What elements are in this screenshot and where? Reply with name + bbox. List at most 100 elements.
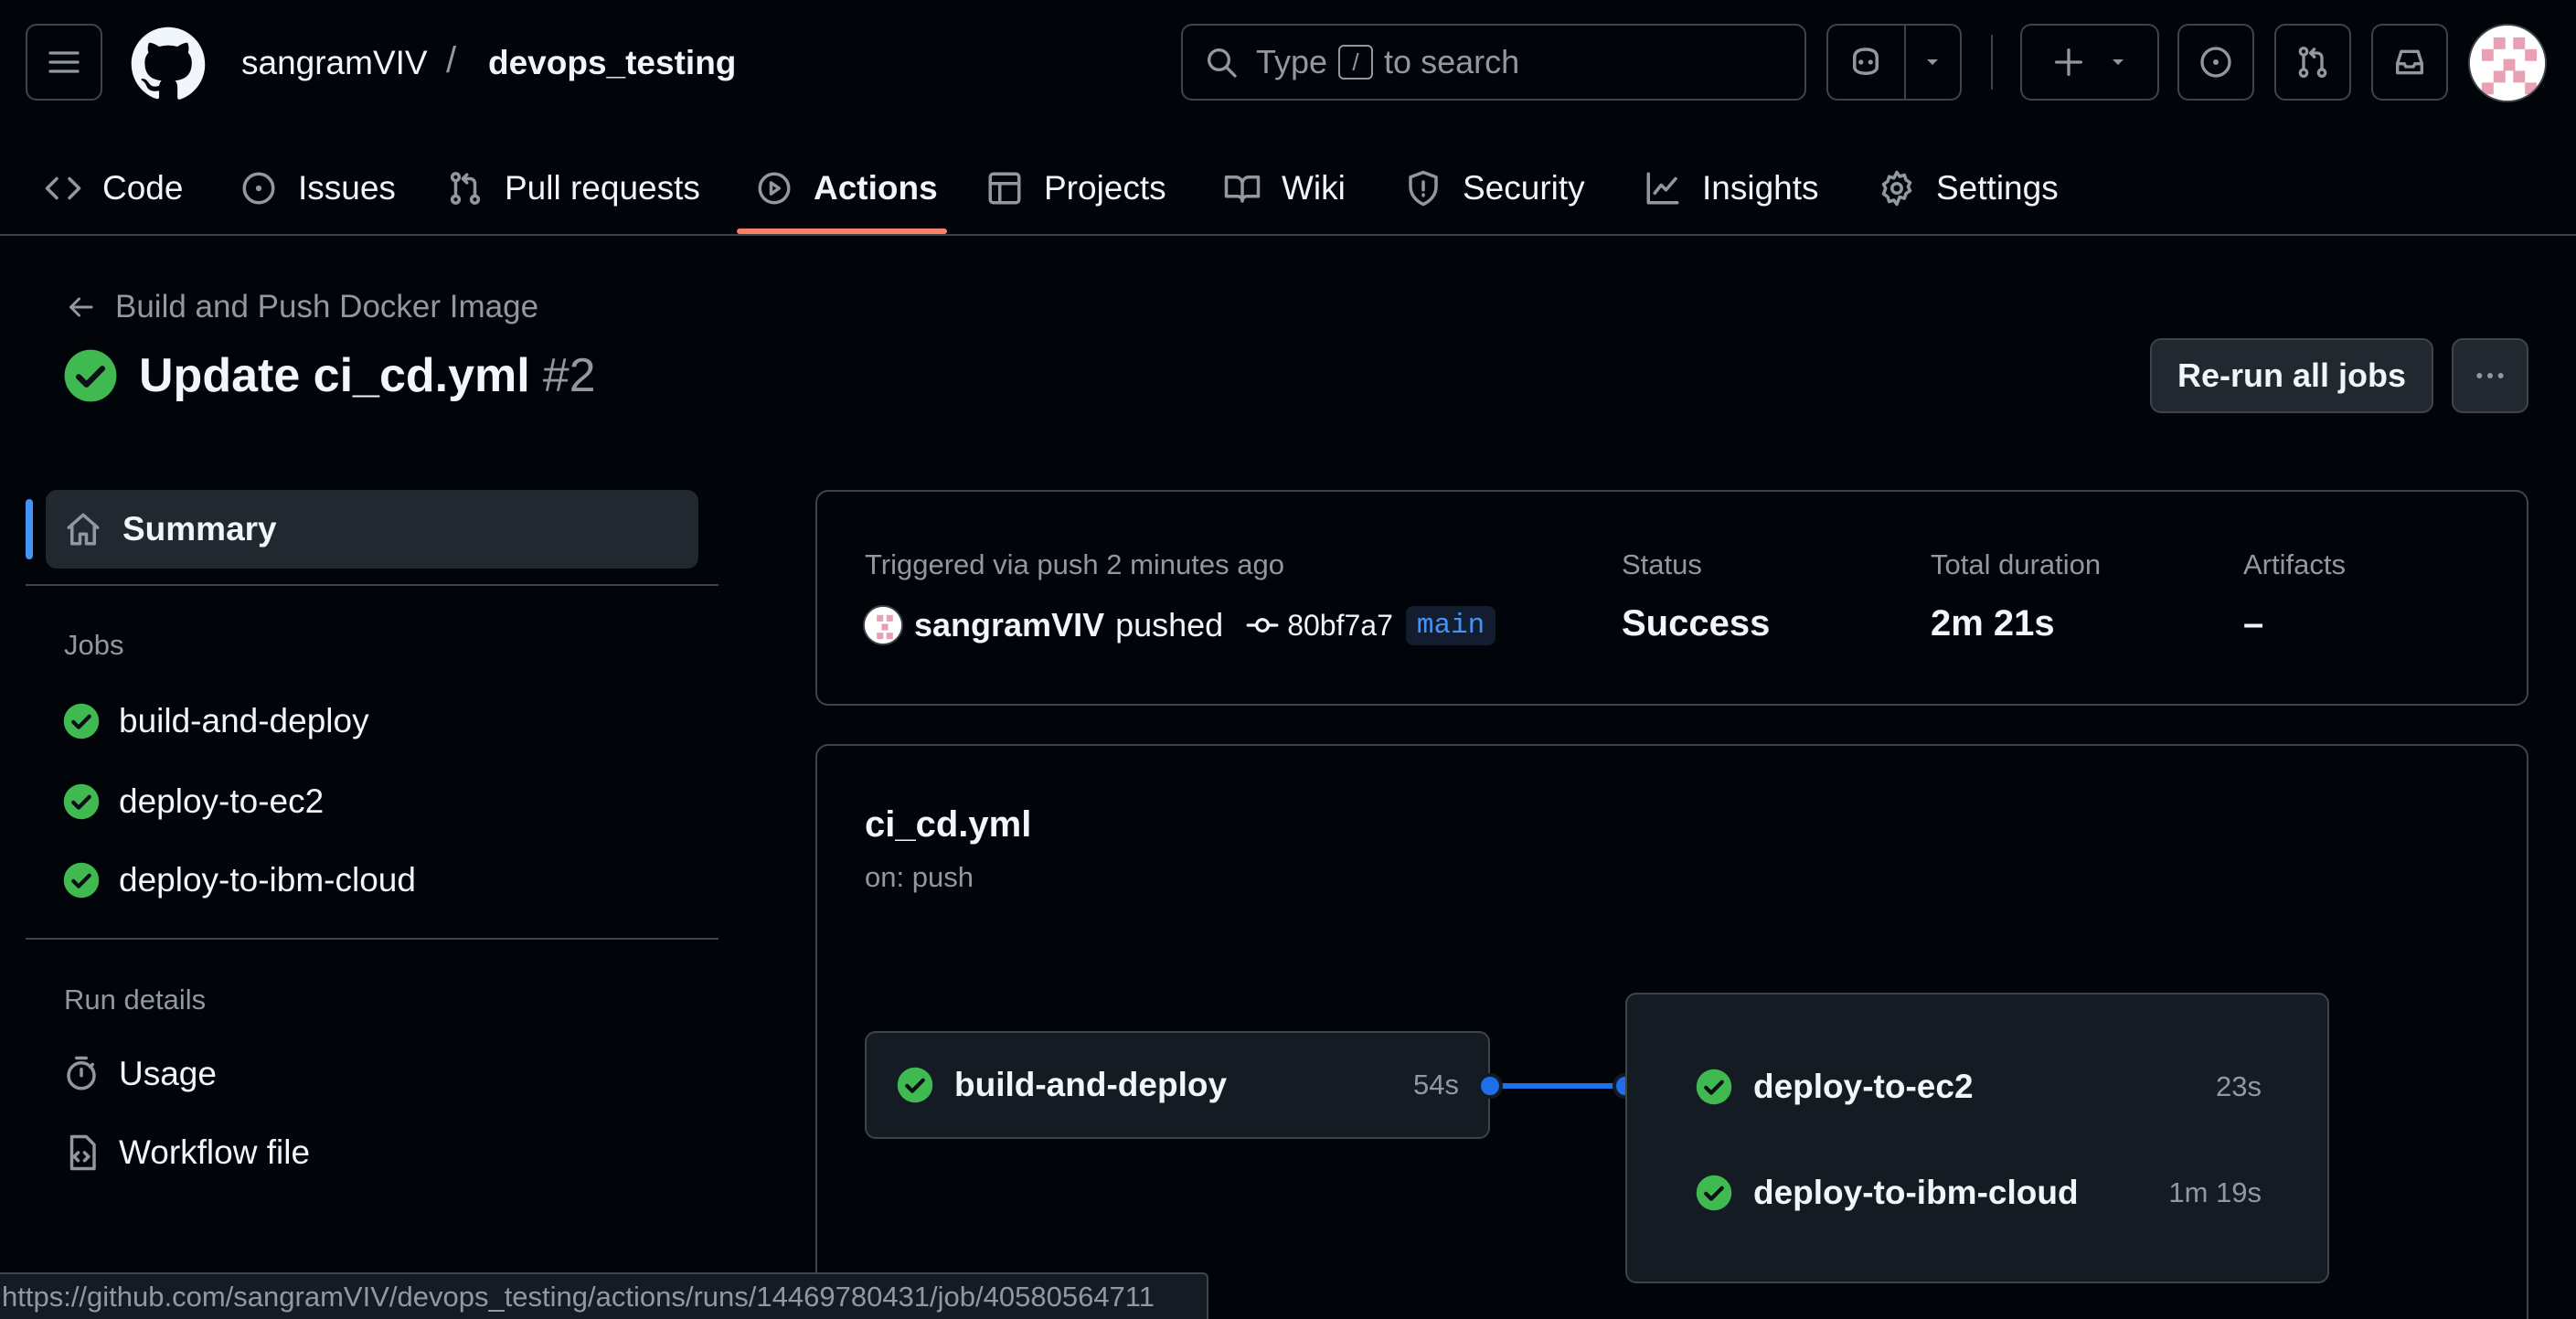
tab-insights[interactable]: Insights <box>1644 143 1819 234</box>
global-header: sangramVIV / devops_testing Type / to se… <box>0 0 2576 236</box>
tab-settings[interactable]: Settings <box>1878 143 2059 234</box>
menu-button[interactable] <box>26 24 102 101</box>
check-circle-fill-icon <box>63 703 100 739</box>
sidebar-job-deploy-to-ibm-cloud[interactable]: deploy-to-ibm-cloud <box>62 861 416 899</box>
sidebar-job-build-and-deploy[interactable]: build-and-deploy <box>62 702 369 740</box>
graph-job-build-and-deploy[interactable]: build-and-deploy 54s <box>865 1031 1490 1139</box>
active-tab-indicator <box>737 229 947 234</box>
check-circle-fill-icon <box>63 783 100 820</box>
tab-security-label: Security <box>1463 169 1585 207</box>
git-pull-request-icon <box>2298 46 2327 78</box>
job-dependency-connector <box>1477 1073 1638 1099</box>
inbox-button[interactable] <box>2371 24 2448 101</box>
run-details-heading: Run details <box>64 984 207 1016</box>
status-value: Success <box>1622 603 1771 644</box>
workflow-file-name: ci_cd.yml <box>865 804 1032 845</box>
duration-value: 2m 21s <box>1931 603 2055 644</box>
run-summary-card <box>815 490 2528 706</box>
search-placeholder: Type / to search <box>1256 43 1519 81</box>
search-shortcut-key: / <box>1338 45 1374 80</box>
tab-code[interactable]: Code <box>44 143 183 234</box>
workflow-name: Build and Push Docker Image <box>115 289 539 324</box>
search-placeholder-prefix: Type <box>1256 43 1328 80</box>
artifacts-value: – <box>2243 603 2264 644</box>
sidebar-job-deploy-to-ec2[interactable]: deploy-to-ec2 <box>62 782 324 821</box>
tab-actions[interactable]: Actions <box>755 143 938 234</box>
tab-pull-requests-label: Pull requests <box>505 169 700 207</box>
duration-label: Total duration <box>1931 548 2102 580</box>
sidebar-workflow-file-label: Workflow file <box>119 1133 311 1171</box>
sidebar-job-label: deploy-to-ibm-cloud <box>119 861 416 899</box>
graph-icon <box>1646 172 1679 205</box>
artifacts-label: Artifacts <box>2243 548 2346 580</box>
graph-job-deploy-to-ibm-cloud[interactable]: deploy-to-ibm-cloud 1m 19s <box>1695 1174 2262 1212</box>
tab-wiki[interactable]: Wiki <box>1223 143 1346 234</box>
git-commit-icon <box>1246 618 1279 633</box>
check-circle-fill-icon <box>1696 1069 1732 1105</box>
workflow-trigger: on: push <box>865 861 974 893</box>
trigger-details: sangramVIV pushed 80bf7a7 main <box>863 605 1496 645</box>
issue-icon <box>242 172 275 205</box>
jobs-heading: Jobs <box>64 629 124 661</box>
graph-job-duration: 54s <box>1413 1069 1459 1101</box>
tab-code-label: Code <box>102 169 184 207</box>
tab-security[interactable]: Security <box>1404 143 1585 234</box>
graph-job-deploy-to-ec2[interactable]: deploy-to-ec2 23s <box>1695 1068 2262 1106</box>
tab-issues-label: Issues <box>298 169 396 207</box>
graph-job-duration: 1m 19s <box>2168 1176 2262 1208</box>
pull-request-icon <box>450 172 481 205</box>
issues-button[interactable] <box>2177 24 2254 101</box>
sidebar-item-workflow-file[interactable]: Workflow file <box>62 1133 310 1172</box>
sidebar-item-usage[interactable]: Usage <box>62 1055 217 1093</box>
tab-projects[interactable]: Projects <box>985 143 1166 234</box>
repo-name-link[interactable]: devops_testing <box>488 44 736 82</box>
home-icon <box>67 513 100 546</box>
copilot-button-group[interactable] <box>1826 24 1962 101</box>
file-code-icon <box>69 1134 96 1171</box>
tab-actions-label: Actions <box>814 169 938 207</box>
triangle-down-icon <box>1927 59 1939 65</box>
sidebar-item-summary[interactable]: Summary <box>46 490 698 569</box>
check-circle-fill-icon <box>64 349 117 402</box>
copilot-dropdown-button[interactable] <box>1906 26 1960 99</box>
create-new-button[interactable] <box>2020 24 2159 101</box>
graph-job-name: deploy-to-ibm-cloud <box>1753 1174 2079 1211</box>
check-circle-fill-icon <box>63 862 100 899</box>
trigger-text: Triggered via push 2 minutes ago <box>865 548 1284 580</box>
commit-sha-link[interactable]: 80bf7a7 <box>1287 609 1393 643</box>
branch-label[interactable]: main <box>1405 605 1496 645</box>
triangle-down-icon <box>2113 59 2124 65</box>
graph-job-group: deploy-to-ec2 23s deploy-to-ibm-cloud 1m… <box>1625 993 2329 1283</box>
user-avatar[interactable] <box>2468 24 2547 102</box>
trigger-action: pushed <box>1115 606 1224 644</box>
more-options-button[interactable] <box>2452 338 2528 413</box>
tab-pull-requests[interactable]: Pull requests <box>446 143 700 234</box>
tab-issues[interactable]: Issues <box>240 143 396 234</box>
table-icon <box>988 172 1021 205</box>
back-to-workflow-link[interactable]: Build and Push Docker Image <box>64 289 538 325</box>
graph-job-duration: 23s <box>2216 1070 2262 1102</box>
run-title: Update ci_cd.yml #2 <box>62 347 596 404</box>
status-label: Status <box>1622 548 1702 580</box>
gear-icon <box>1881 170 1912 207</box>
repo-path-separator: / <box>446 40 457 80</box>
inbox-icon <box>2396 49 2423 75</box>
rerun-all-jobs-button[interactable]: Re-run all jobs <box>2150 338 2433 413</box>
repo-owner-link[interactable]: sangramVIV <box>241 44 428 82</box>
play-icon <box>758 172 791 205</box>
sidebar-job-label: build-and-deploy <box>119 702 369 739</box>
tab-insights-label: Insights <box>1702 169 1819 207</box>
search-input[interactable]: Type / to search <box>1181 24 1806 101</box>
run-title-text: Update ci_cd.yml <box>139 349 530 402</box>
tab-wiki-label: Wiki <box>1282 169 1346 207</box>
code-icon <box>45 176 81 200</box>
pull-requests-button[interactable] <box>2274 24 2351 101</box>
stopwatch-icon <box>67 1056 96 1090</box>
github-logo-icon[interactable] <box>130 26 207 102</box>
sidebar-usage-label: Usage <box>119 1055 217 1092</box>
actor-avatar[interactable] <box>863 605 903 645</box>
actor-name-link[interactable]: sangramVIV <box>914 606 1104 644</box>
copilot-button[interactable] <box>1828 26 1906 99</box>
copilot-icon <box>1853 48 1879 75</box>
check-circle-fill-icon <box>897 1067 933 1103</box>
